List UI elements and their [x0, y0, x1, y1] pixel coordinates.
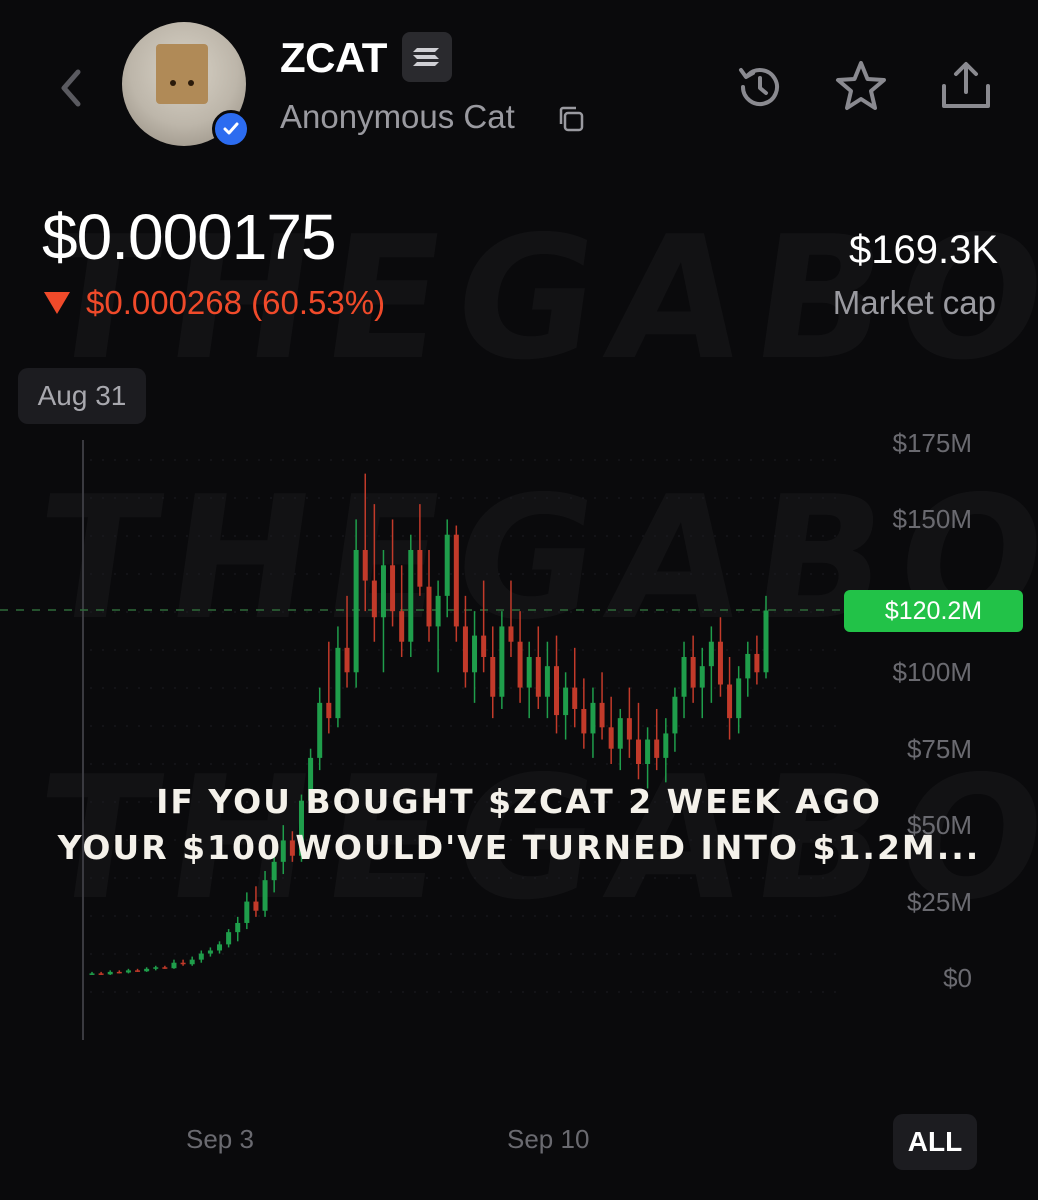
- candle-body: [763, 610, 769, 673]
- candle-body: [399, 611, 405, 642]
- x-tick-label: Sep 10: [507, 1124, 590, 1154]
- down-arrow-icon: [44, 292, 70, 314]
- hover-date-label: Aug 31: [18, 368, 146, 424]
- y-tick-label: $75M: [906, 733, 972, 764]
- share-icon[interactable]: [938, 58, 994, 114]
- candle-body: [690, 657, 696, 688]
- candle-body: [153, 967, 159, 969]
- candle-body: [262, 880, 268, 911]
- candle-body: [198, 953, 204, 960]
- candle-body: [526, 657, 532, 688]
- candle-body: [745, 653, 751, 679]
- back-chevron-icon[interactable]: [52, 66, 92, 110]
- candle-body: [508, 626, 514, 642]
- candle-body: [217, 944, 223, 951]
- candle-body: [426, 586, 432, 627]
- price-change: $0.000268 (60.53%): [86, 284, 386, 321]
- candle-body: [736, 678, 742, 719]
- candle-body: [116, 971, 122, 974]
- candle-body: [435, 595, 441, 627]
- market-cap-value: $169.3K: [848, 228, 998, 272]
- y-tick-label: $150M: [892, 504, 973, 535]
- candle-body: [481, 635, 487, 657]
- candle-body: [253, 901, 259, 911]
- candle-body: [563, 687, 569, 716]
- candle-body: [125, 970, 131, 973]
- candle-body: [371, 580, 377, 618]
- candle-body: [344, 647, 350, 673]
- candle-body: [135, 970, 141, 972]
- candle-body: [681, 657, 687, 697]
- candle-body: [626, 718, 632, 740]
- star-icon[interactable]: [832, 58, 890, 116]
- candle-body: [98, 973, 104, 975]
- y-tick-label: $100M: [892, 657, 973, 688]
- candle-body: [645, 739, 651, 764]
- solana-icon: [402, 32, 452, 82]
- candle-body: [635, 739, 641, 764]
- y-tick-label: $0: [943, 963, 972, 993]
- candle-body: [89, 973, 95, 975]
- candle-body: [490, 657, 496, 697]
- candle-body: [162, 967, 168, 969]
- candle-body: [535, 657, 541, 697]
- candle-body: [672, 696, 678, 734]
- candle-body: [554, 666, 560, 716]
- candle-body: [171, 962, 177, 969]
- verified-badge-icon: [212, 110, 250, 148]
- current-price: $0.000175: [42, 201, 337, 273]
- candle-body: [335, 647, 341, 719]
- history-icon[interactable]: [733, 60, 787, 114]
- candle-body: [499, 626, 505, 697]
- candle-body: [708, 641, 714, 667]
- candle-body: [663, 733, 669, 758]
- candle-body: [244, 901, 250, 923]
- candle-body: [207, 950, 213, 954]
- caption-line-1: If you bought $ZCAT 2 week ago: [156, 782, 882, 821]
- candle-body: [699, 666, 705, 688]
- candle-body: [235, 922, 241, 933]
- candle-body: [144, 968, 150, 972]
- candle-body: [654, 739, 660, 758]
- candle-body: [517, 641, 523, 688]
- current-price-tag: $120.2M: [844, 590, 1023, 632]
- candle-body: [608, 727, 614, 749]
- candle-body: [362, 550, 368, 581]
- candle-body: [226, 932, 232, 945]
- candle-body: [617, 718, 623, 749]
- candle-body: [107, 971, 113, 975]
- candle-body: [317, 702, 323, 758]
- candle-body: [590, 702, 596, 734]
- token-name: Anonymous Cat: [280, 98, 515, 135]
- x-tick-label: Sep 3: [186, 1124, 254, 1154]
- candle-body: [754, 653, 760, 673]
- candle-body: [544, 666, 550, 697]
- candle-body: [408, 550, 414, 642]
- copy-icon[interactable]: [556, 104, 586, 134]
- candle-body: [390, 565, 396, 612]
- price-chart[interactable]: [0, 420, 1038, 1060]
- candle-body: [727, 684, 733, 719]
- candle-body: [717, 641, 723, 685]
- candle-body: [353, 550, 359, 673]
- candle-body: [572, 687, 578, 709]
- candle-body: [462, 626, 468, 673]
- range-all-button[interactable]: ALL: [893, 1114, 977, 1170]
- candle-body: [180, 962, 186, 965]
- candle-body: [444, 534, 450, 596]
- y-tick-label: $25M: [906, 886, 972, 917]
- caption-line-2: your $100 would've turned into $1.2M...: [57, 828, 981, 867]
- candle-body: [417, 550, 423, 587]
- candle-body: [326, 702, 332, 719]
- candle-body: [189, 959, 195, 965]
- candle-body: [472, 635, 478, 673]
- candle-body: [380, 565, 386, 618]
- token-ticker: ZCAT: [280, 34, 387, 81]
- candle-body: [453, 534, 459, 627]
- candle-body: [581, 708, 587, 734]
- candle-body: [599, 702, 605, 728]
- market-cap-label: Market cap: [832, 284, 996, 321]
- y-tick-label: $175M: [892, 428, 973, 458]
